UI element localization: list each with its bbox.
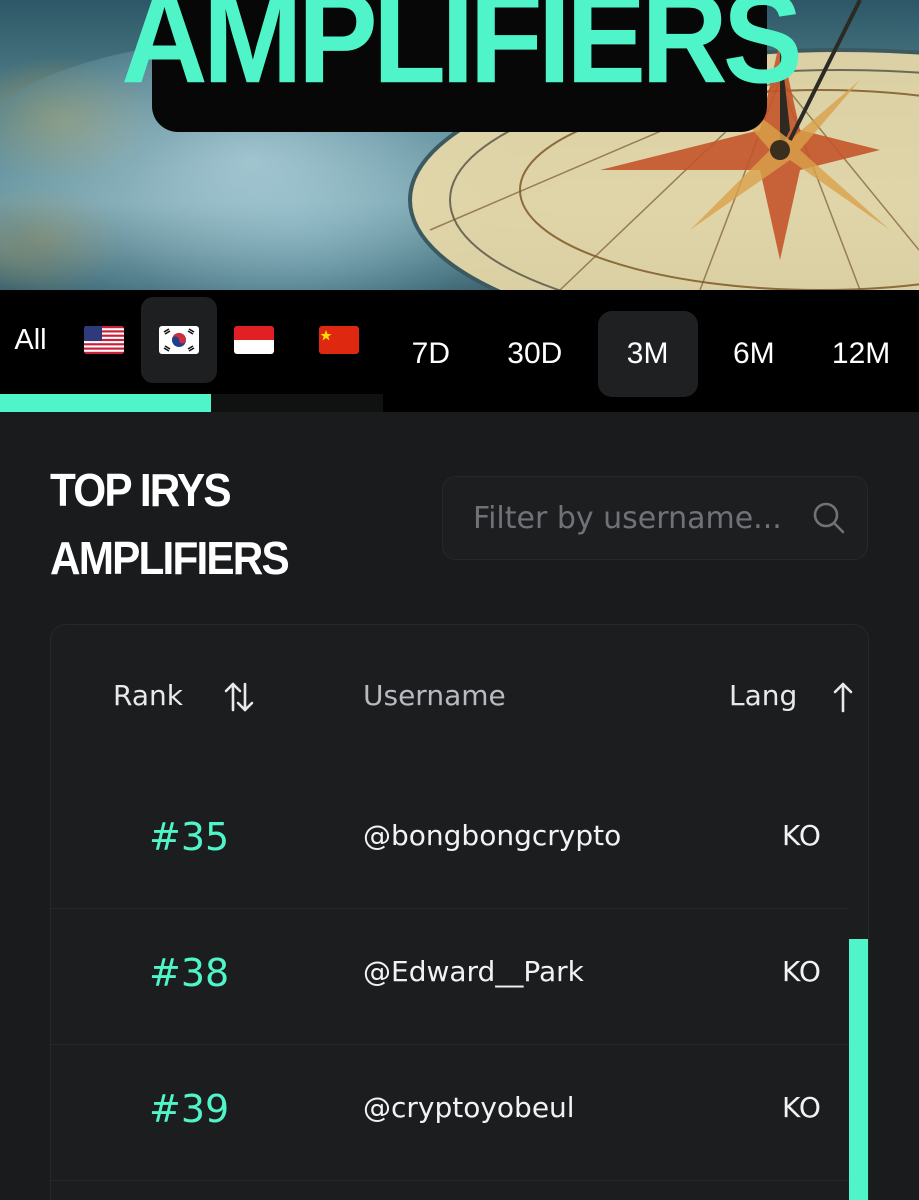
username-value[interactable]: @bongbongcrypto bbox=[363, 819, 621, 852]
region-scroll-track bbox=[211, 394, 383, 412]
tab-3m[interactable]: 3M bbox=[597, 311, 698, 397]
section-title-line2: AMPLIFIERS bbox=[50, 532, 290, 584]
flag-id-icon bbox=[234, 326, 274, 354]
region-tab-us[interactable] bbox=[61, 297, 147, 383]
rank-value: #38 bbox=[149, 951, 230, 995]
section-title: TOP IRYS AMPLIFIERS bbox=[50, 456, 363, 592]
rank-value: #35 bbox=[149, 815, 230, 859]
tab-12m[interactable]: 12M bbox=[810, 311, 912, 397]
column-header-lang[interactable]: Lang bbox=[729, 679, 797, 712]
column-header-username[interactable]: Username bbox=[363, 679, 506, 712]
region-tabs: All bbox=[0, 290, 383, 390]
hero-title: AMPLIFIERS bbox=[121, 0, 803, 111]
region-tab-id[interactable] bbox=[211, 297, 297, 383]
table-row[interactable]: #38 @Edward__Park KO bbox=[51, 909, 849, 1045]
flag-us-icon bbox=[84, 326, 124, 354]
table-header: Rank Username Lang bbox=[51, 625, 853, 773]
table-row[interactable]: #39 @cryptoyobeul KO bbox=[51, 1045, 849, 1181]
hero-banner: AMPLIFIERS bbox=[0, 0, 919, 290]
leaderboard-section: TOP IRYS AMPLIFIERS Rank Username bbox=[0, 412, 919, 1200]
username-value[interactable]: @cryptoyobeul bbox=[363, 1091, 575, 1124]
flag-cn-icon bbox=[319, 326, 359, 354]
sort-both-icon[interactable] bbox=[219, 677, 259, 717]
region-active-indicator bbox=[0, 394, 211, 412]
lang-value: KO bbox=[782, 955, 821, 988]
lang-value: KO bbox=[782, 1091, 821, 1124]
username-value[interactable]: @Edward__Park bbox=[363, 955, 584, 988]
rank-value: #39 bbox=[149, 1087, 230, 1131]
search-box bbox=[442, 476, 868, 560]
title-plate: AMPLIFIERS bbox=[121, 0, 803, 132]
table-scrollbar-thumb[interactable] bbox=[849, 939, 868, 1200]
tab-7d[interactable]: 7D bbox=[390, 311, 472, 397]
table-row[interactable]: #35 @bongbongcrypto KO bbox=[51, 773, 849, 909]
section-title-line1: TOP IRYS bbox=[50, 464, 232, 516]
region-tab-all[interactable]: All bbox=[0, 290, 61, 390]
time-range-tabs: 7D 30D 3M 6M 12M bbox=[383, 290, 919, 412]
column-header-rank[interactable]: Rank bbox=[113, 679, 183, 712]
lang-value: KO bbox=[782, 819, 821, 852]
sort-ascending-icon[interactable] bbox=[829, 677, 857, 717]
tab-6m[interactable]: 6M bbox=[711, 311, 797, 397]
flag-kr-icon bbox=[159, 326, 199, 354]
region-tab-kr[interactable] bbox=[141, 297, 217, 383]
search-icon[interactable] bbox=[809, 498, 849, 538]
leaderboard-table: Rank Username Lang #35 @bongbongcrypto K… bbox=[50, 624, 869, 1200]
filter-bar: All 7D 30D 3M 6M 12M bbox=[0, 290, 919, 412]
tab-30d[interactable]: 30D bbox=[485, 311, 584, 397]
region-tab-cn[interactable] bbox=[297, 297, 383, 383]
search-input[interactable] bbox=[473, 500, 809, 536]
